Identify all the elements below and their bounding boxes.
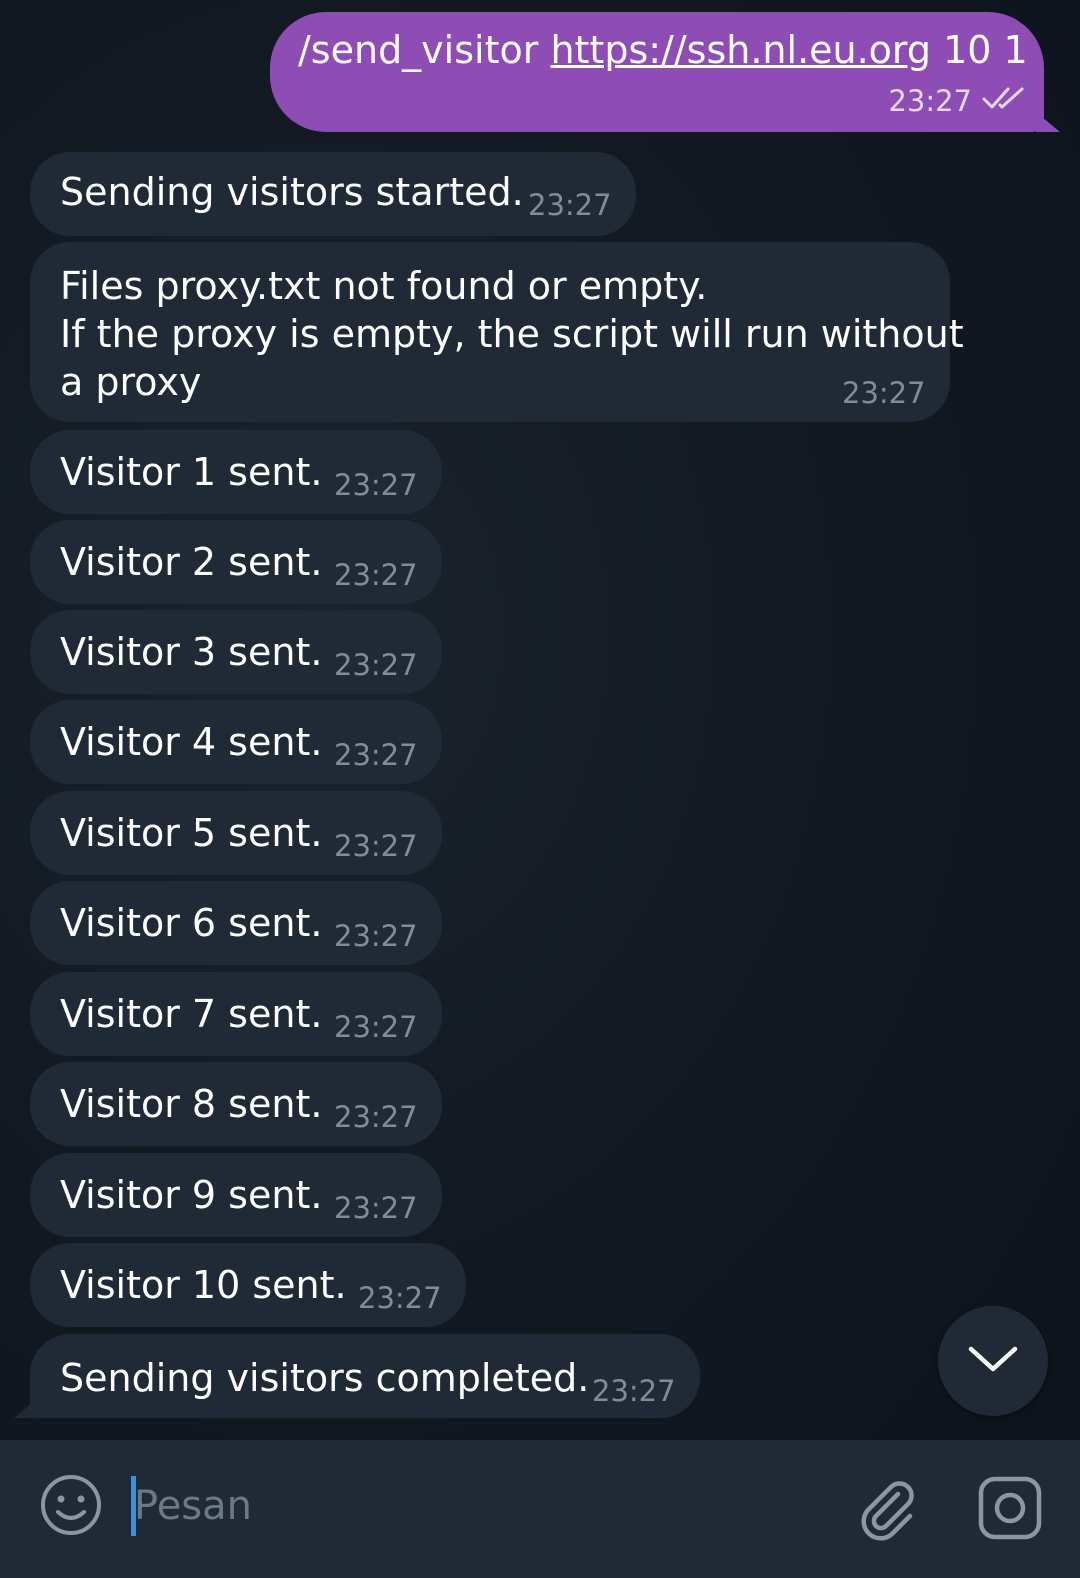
paperclip-icon xyxy=(852,1481,922,1546)
message-text: Visitor 3 sent. xyxy=(60,630,323,674)
message-time: 23:27 xyxy=(334,829,418,863)
message-time: 23:27 xyxy=(528,188,612,222)
outgoing-message-text: /send_visitor https://ssh.nl.eu.org 10 1 xyxy=(298,28,1028,72)
incoming-message[interactable]: Visitor 4 sent. 23:27 xyxy=(30,700,442,784)
incoming-message[interactable]: Visitor 5 sent. 23:27 xyxy=(30,791,442,875)
message-text: Visitor 6 sent. xyxy=(60,901,323,945)
double-check-icon xyxy=(982,84,1026,118)
incoming-message[interactable]: Sending visitors started. 23:27 xyxy=(30,152,636,236)
smiley-icon xyxy=(38,1475,104,1542)
message-input[interactable] xyxy=(134,1470,814,1542)
message-text: Visitor 7 sent. xyxy=(60,992,323,1036)
message-list[interactable]: /send_visitor https://ssh.nl.eu.org 10 1… xyxy=(0,0,1080,1440)
incoming-message[interactable]: Visitor 9 sent. 23:27 xyxy=(30,1153,442,1237)
incoming-message[interactable]: Visitor 3 sent. 23:27 xyxy=(30,610,442,694)
message-time: 23:27 xyxy=(334,468,418,502)
message-time: 23:27 xyxy=(334,558,418,592)
message-text: Visitor 10 sent. xyxy=(60,1263,347,1307)
attach-button[interactable] xyxy=(852,1472,922,1542)
incoming-message[interactable]: Sending visitors completed. 23:27 xyxy=(14,1334,700,1418)
chat-screen: /send_visitor https://ssh.nl.eu.org 10 1… xyxy=(0,0,1080,1578)
message-time: 23:27 xyxy=(334,919,418,953)
message-text: Visitor 5 sent. xyxy=(60,811,323,855)
message-text-line: If the proxy is empty, the script will r… xyxy=(60,312,964,356)
message-link[interactable]: https://ssh.nl.eu.org xyxy=(550,28,931,72)
message-input-bar xyxy=(0,1440,1080,1578)
incoming-message[interactable]: Visitor 6 sent. 23:27 xyxy=(30,881,442,965)
scroll-down-button[interactable] xyxy=(938,1306,1048,1416)
command-args: 10 1 xyxy=(943,28,1028,72)
instagram-camera-icon xyxy=(976,1476,1044,1546)
message-time: 23:27 xyxy=(334,1191,418,1225)
chevron-down-icon xyxy=(967,1343,1019,1379)
message-time: 23:27 xyxy=(888,84,972,118)
message-text: Sending visitors started. xyxy=(60,170,524,214)
bubble-tail xyxy=(1036,112,1060,132)
incoming-message[interactable]: Visitor 10 sent. 23:27 xyxy=(30,1243,466,1327)
message-text: Sending visitors completed. xyxy=(60,1356,590,1400)
incoming-message[interactable]: Files proxy.txt not found or empty. If t… xyxy=(30,242,964,422)
command-text: /send_visitor xyxy=(298,28,539,72)
message-text-line: Files proxy.txt not found or empty. xyxy=(60,264,708,308)
outgoing-meta: 23:27 xyxy=(888,84,1026,118)
message-time: 23:27 xyxy=(334,1010,418,1044)
message-text: Visitor 4 sent. xyxy=(60,720,323,764)
bubble-tail xyxy=(14,1398,38,1418)
message-text: Visitor 8 sent. xyxy=(60,1082,323,1126)
message-time: 23:27 xyxy=(334,738,418,772)
emoji-button[interactable] xyxy=(38,1472,104,1538)
message-time: 23:27 xyxy=(334,1100,418,1134)
message-text: Visitor 9 sent. xyxy=(60,1173,323,1217)
incoming-message[interactable]: Visitor 2 sent. 23:27 xyxy=(30,520,442,604)
message-text-line: a proxy xyxy=(60,360,202,404)
message-time: 23:27 xyxy=(358,1281,442,1315)
incoming-message[interactable]: Visitor 8 sent. 23:27 xyxy=(30,1062,442,1146)
incoming-message[interactable]: Visitor 7 sent. 23:27 xyxy=(30,972,442,1056)
message-time: 23:27 xyxy=(334,648,418,682)
camera-button[interactable] xyxy=(976,1474,1044,1542)
message-text: Visitor 1 sent. xyxy=(60,450,323,494)
message-text: Visitor 2 sent. xyxy=(60,540,323,584)
message-time: 23:27 xyxy=(592,1374,676,1408)
outgoing-message[interactable]: /send_visitor https://ssh.nl.eu.org 10 1… xyxy=(270,12,1060,132)
incoming-message[interactable]: Visitor 1 sent. 23:27 xyxy=(30,430,442,514)
message-time: 23:27 xyxy=(842,376,926,410)
